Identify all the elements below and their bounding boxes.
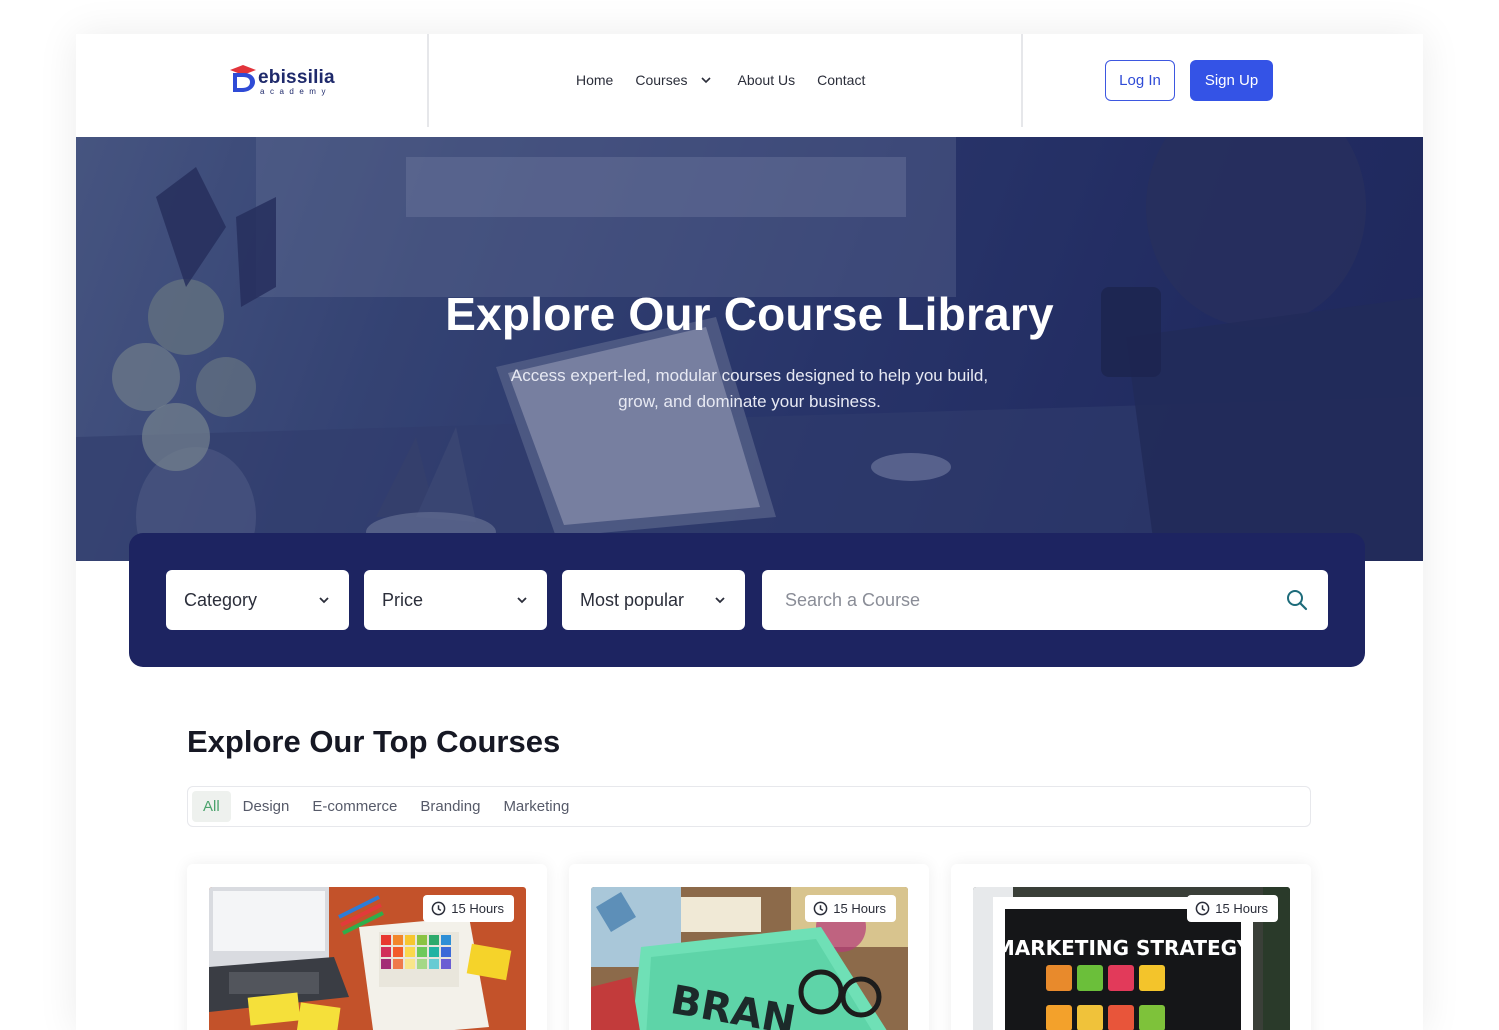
hero-subtitle-line-2: grow, and dominate your business.: [618, 392, 881, 411]
course-filter-bar: Category Price Most popular: [129, 533, 1365, 667]
duration-label: 15 Hours: [1215, 901, 1268, 916]
hero-background-image: [76, 137, 1423, 561]
duration-badge: 15 Hours: [423, 895, 514, 922]
duration-badge: 15 Hours: [805, 895, 896, 922]
duration-label: 15 Hours: [833, 901, 886, 916]
chevron-down-icon: [319, 597, 329, 604]
tab-marketing[interactable]: Marketing: [492, 791, 580, 822]
nav-courses-label: Courses: [635, 72, 688, 88]
clock-icon: [1195, 901, 1210, 916]
section-title: Explore Our Top Courses: [187, 724, 561, 759]
header-divider-left: [427, 34, 429, 127]
sort-select[interactable]: Most popular: [562, 570, 745, 630]
nav-home[interactable]: Home: [576, 72, 613, 88]
price-select-label: Price: [382, 589, 424, 610]
site-header: ebissilia academy Home Courses About Us …: [76, 34, 1423, 137]
clock-icon: [813, 901, 828, 916]
chevron-down-icon: [517, 597, 527, 604]
main-nav: Home Courses About Us Contact: [576, 72, 865, 88]
hero-banner: Explore Our Course Library Access expert…: [76, 137, 1423, 561]
signup-button[interactable]: Sign Up: [1190, 60, 1273, 101]
course-image: 15 Hours: [209, 887, 526, 1030]
login-button[interactable]: Log In: [1105, 60, 1175, 101]
course-search-input[interactable]: [785, 589, 1286, 611]
hero-subtitle-line-1: Access expert-led, modular courses desig…: [510, 366, 989, 385]
course-card[interactable]: MARKETING STRATEGY 15 Hours: [951, 864, 1311, 1030]
category-select-label: Category: [184, 589, 258, 610]
header-divider-right: [1021, 34, 1023, 127]
duration-badge: 15 Hours: [1187, 895, 1278, 922]
chevron-down-icon: [715, 597, 725, 604]
clock-icon: [431, 901, 446, 916]
tab-all[interactable]: All: [192, 791, 231, 822]
course-category-tabs: All Design E-commerce Branding Marketing: [187, 786, 1311, 827]
chevron-down-icon: [700, 77, 711, 84]
price-select[interactable]: Price: [364, 570, 547, 630]
marketing-strategy-text: MARKETING STRATEGY: [995, 936, 1252, 960]
duration-label: 15 Hours: [451, 901, 504, 916]
tab-branding[interactable]: Branding: [409, 791, 491, 822]
hero-subtitle: Access expert-led, modular courses desig…: [76, 363, 1423, 415]
nav-contact[interactable]: Contact: [817, 72, 865, 88]
course-image: MARKETING STRATEGY 15 Hours: [973, 887, 1290, 1030]
course-image: BRAN 15 Hours: [591, 887, 908, 1030]
tab-ecommerce[interactable]: E-commerce: [301, 791, 408, 822]
tab-design[interactable]: Design: [232, 791, 301, 822]
logo[interactable]: ebissilia academy: [228, 64, 340, 98]
nav-courses[interactable]: Courses: [635, 72, 711, 88]
sort-select-label: Most popular: [580, 589, 685, 610]
logo-wordmark: ebissilia: [258, 67, 335, 88]
course-card[interactable]: BRAN 15 Hours: [569, 864, 929, 1030]
course-search-box: [762, 570, 1328, 630]
course-card[interactable]: 15 Hours: [187, 864, 547, 1030]
nav-about[interactable]: About Us: [738, 72, 796, 88]
graduation-cap-icon: [230, 65, 256, 92]
logo-subtitle: academy: [260, 87, 331, 96]
category-select[interactable]: Category: [166, 570, 349, 630]
hero-title: Explore Our Course Library: [445, 288, 1054, 340]
search-icon[interactable]: [1286, 589, 1308, 611]
page-frame: ebissilia academy Home Courses About Us …: [76, 34, 1423, 1030]
